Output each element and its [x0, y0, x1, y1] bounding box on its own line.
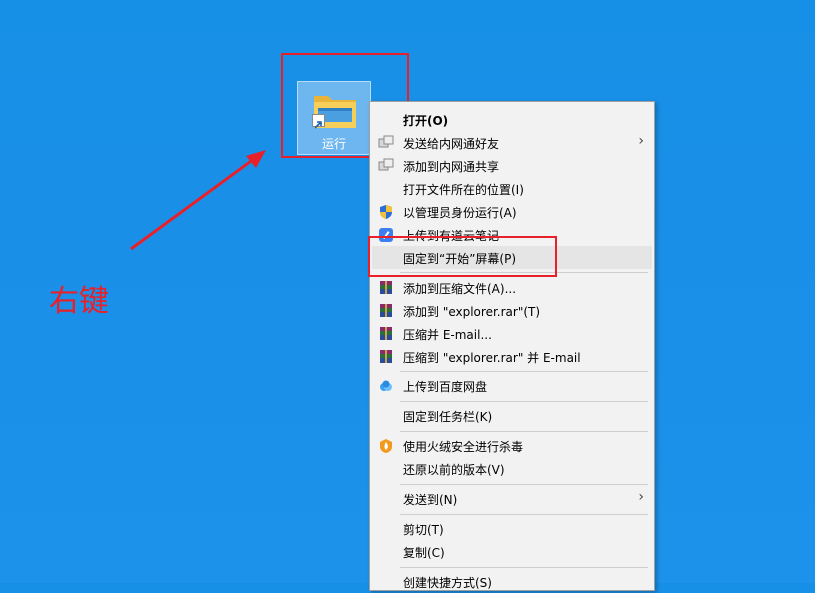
menu-item-baidu-netdisk[interactable]: 上传到百度网盘 [372, 374, 652, 397]
menu-item-restore-previous-versions[interactable]: 还原以前的版本(V) [372, 457, 652, 480]
menu-item-huorong-scan[interactable]: 使用火绒安全进行杀毒 [372, 434, 652, 457]
menu-item-send-lan-friend[interactable]: 发送给内网通好友 › [372, 131, 652, 154]
menu-separator [400, 431, 648, 432]
huorong-icon [380, 439, 392, 453]
menu-item-add-lan-share[interactable]: 添加到内网通共享 [372, 154, 652, 177]
menu-item-compress-rar-email[interactable]: 压缩到 "explorer.rar" 并 E-mail [372, 345, 652, 368]
menu-item-open[interactable]: 打开(O) [372, 108, 652, 131]
menu-item-send-to[interactable]: 发送到(N) › [372, 487, 652, 510]
menu-separator [400, 514, 648, 515]
annotation-box-menu-item [368, 236, 557, 277]
winrar-icon [380, 304, 392, 317]
submenu-chevron-icon: › [638, 489, 644, 505]
menu-item-compress-email[interactable]: 压缩并 E-mail... [372, 322, 652, 345]
menu-separator [400, 401, 648, 402]
menu-item-run-as-admin[interactable]: 以管理员身份运行(A) [372, 200, 652, 223]
context-menu: 打开(O) 发送给内网通好友 › 添加到内网通共享 打开文件所在的位置(I) 以… [369, 101, 655, 591]
baidu-netdisk-icon [380, 380, 392, 391]
winrar-icon [380, 350, 392, 363]
winrar-icon [380, 327, 392, 340]
menu-item-cut[interactable]: 剪切(T) [372, 517, 652, 540]
annotation-text: 右键 [49, 284, 109, 319]
winrar-icon [380, 281, 392, 294]
lan-share-icon [378, 135, 394, 148]
menu-item-add-to-explorer-rar[interactable]: 添加到 "explorer.rar"(T) [372, 299, 652, 322]
menu-separator [400, 484, 648, 485]
menu-separator [400, 371, 648, 372]
menu-item-create-shortcut[interactable]: 创建快捷方式(S) [372, 570, 652, 593]
menu-item-pin-to-taskbar[interactable]: 固定到任务栏(K) [372, 404, 652, 427]
menu-item-open-file-location[interactable]: 打开文件所在的位置(I) [372, 177, 652, 200]
menu-separator [400, 567, 648, 568]
menu-item-copy[interactable]: 复制(C) [372, 540, 652, 563]
uac-shield-icon [380, 205, 392, 219]
lan-share-icon [378, 158, 394, 171]
menu-item-add-to-archive[interactable]: 添加到压缩文件(A)... [372, 276, 652, 299]
submenu-chevron-icon: › [638, 133, 644, 149]
